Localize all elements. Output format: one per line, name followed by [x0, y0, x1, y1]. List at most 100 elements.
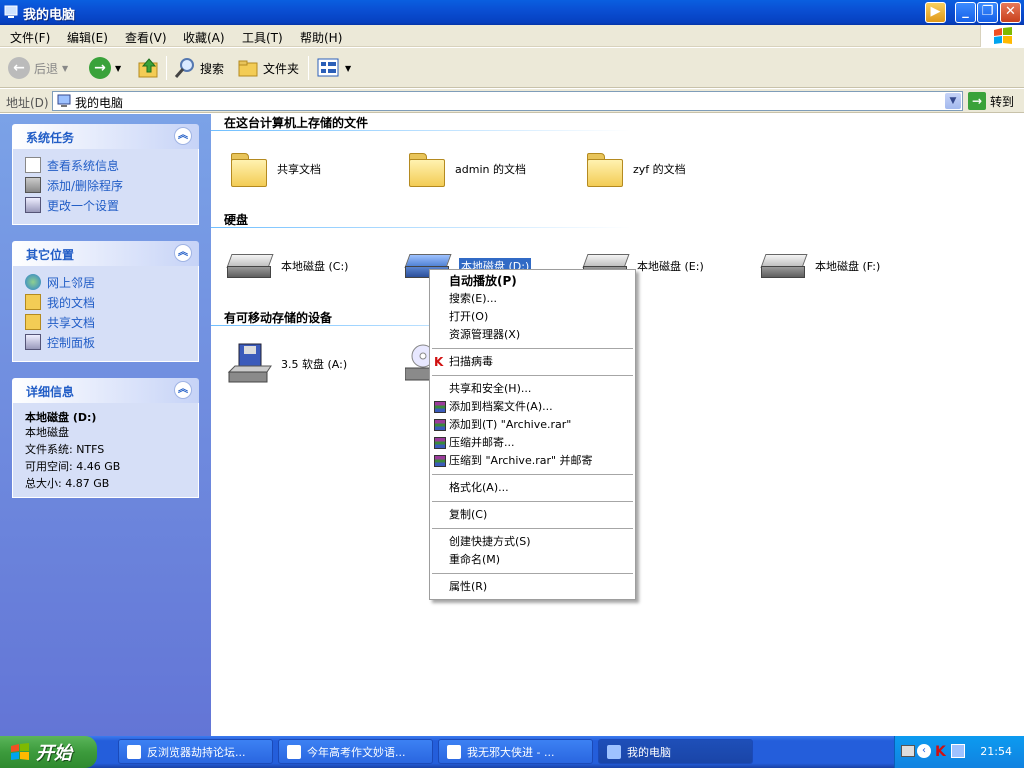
menu-add-to-archive[interactable]: 添加到档案文件(A)... — [430, 398, 635, 416]
menu-search[interactable]: 搜索(E)... — [430, 290, 635, 308]
back-arrow-icon: ← — [8, 57, 30, 79]
address-dropdown-button[interactable]: ▼ — [945, 93, 961, 109]
collapse-icon[interactable]: ︽ — [174, 381, 192, 399]
media-icon[interactable]: ▶ — [925, 2, 946, 23]
window-title: 我的电脑 — [23, 8, 76, 23]
taskbar-item-active[interactable]: 我的电脑 — [598, 739, 753, 764]
floppy-item[interactable]: 3.5 软盘 (A:) — [227, 342, 347, 386]
close-button[interactable]: ✕ — [1000, 2, 1021, 23]
menu-open[interactable]: 打开(O) — [430, 308, 635, 326]
clock: 21:54 — [980, 745, 1012, 758]
address-label: 地址(D) — [6, 96, 49, 110]
floppy-drive-icon — [227, 343, 272, 383]
kaspersky-icon[interactable]: K — [935, 744, 946, 760]
my-documents-link[interactable]: 我的文档 — [25, 292, 198, 312]
change-setting-link[interactable]: 更改一个设置 — [25, 195, 198, 215]
menu-create-shortcut[interactable]: 创建快捷方式(S) — [430, 533, 635, 551]
keyboard-icon[interactable] — [901, 745, 915, 757]
detail-total-size: 总大小: 4.87 GB — [25, 477, 110, 490]
go-arrow-icon: → — [968, 92, 986, 110]
search-button[interactable]: 搜索 — [174, 54, 224, 82]
menu-properties[interactable]: 属性(R) — [430, 578, 635, 596]
menu-tools[interactable]: 工具(T) — [242, 29, 283, 46]
menu-rename[interactable]: 重命名(M) — [430, 551, 635, 569]
folder-item[interactable]: 共享文档 — [229, 151, 321, 187]
go-button[interactable]: → 转到 — [968, 92, 1014, 110]
menu-separator — [432, 573, 633, 574]
folder-item[interactable]: zyf 的文档 — [585, 151, 686, 187]
expand-tray-icon[interactable]: ‹ — [917, 744, 931, 758]
drive-item[interactable]: 本地磁盘 (F:) — [760, 252, 880, 280]
folder-icon — [25, 314, 41, 330]
menu-add-to-rar[interactable]: 添加到(T) "Archive.rar" — [430, 416, 635, 434]
taskbar-item[interactable]: 今年高考作文妙语... — [278, 739, 433, 764]
hard-drive-icon — [226, 252, 274, 280]
control-panel-link[interactable]: 控制面板 — [25, 332, 198, 352]
add-remove-programs-link[interactable]: 添加/删除程序 — [25, 175, 198, 195]
taskbar-item[interactable]: 反浏览器劫持论坛... — [118, 739, 273, 764]
detail-drive-type: 本地磁盘 — [25, 426, 69, 439]
chevron-down-icon: ▼ — [62, 63, 69, 73]
address-input[interactable]: 我的电脑 ▼ — [52, 91, 963, 111]
views-icon — [317, 58, 339, 77]
system-tasks-header[interactable]: 系统任务 ︽ — [12, 124, 199, 149]
group-removable-title: 有可移动存储的设备 — [224, 311, 333, 325]
winrar-icon — [434, 401, 446, 413]
menu-format[interactable]: 格式化(A)... — [430, 479, 635, 497]
menu-autoplay[interactable]: 自动播放(P) — [430, 272, 635, 290]
menu-sharing-security[interactable]: 共享和安全(H)... — [430, 380, 635, 398]
restore-button[interactable]: ❐ — [977, 2, 998, 23]
collapse-icon[interactable]: ︽ — [174, 244, 192, 262]
address-bar: 地址(D) 我的电脑 ▼ → 转到 — [0, 89, 1024, 113]
group-hard-drives-title: 硬盘 — [224, 213, 249, 227]
address-value: 我的电脑 — [75, 96, 124, 110]
menu-copy[interactable]: 复制(C) — [430, 506, 635, 524]
network-places-link[interactable]: 网上邻居 — [25, 272, 198, 292]
detail-drive-name: 本地磁盘 (D:) — [25, 411, 97, 424]
taskbar-item[interactable]: 我无邪大侠进 - ... — [438, 739, 593, 764]
up-folder-button[interactable] — [137, 54, 161, 82]
menu-compress-rar-email[interactable]: 压缩到 "Archive.rar" 并邮寄 — [430, 452, 635, 470]
folder-item[interactable]: admin 的文档 — [407, 151, 526, 187]
menu-bar: 文件(F) 编辑(E) 查看(V) 收藏(A) 工具(T) 帮助(H) — [0, 25, 1024, 47]
chevron-down-icon: ▼ — [115, 63, 122, 73]
back-button[interactable]: ← 后退 ▼ — [8, 54, 68, 82]
forward-button[interactable]: → ▼ — [89, 54, 121, 82]
document-icon — [127, 744, 141, 759]
menu-explore[interactable]: 资源管理器(X) — [430, 326, 635, 344]
menu-view[interactable]: 查看(V) — [125, 29, 167, 46]
menu-favorites[interactable]: 收藏(A) — [183, 29, 225, 46]
menu-scan-virus[interactable]: K 扫描病毒 — [430, 353, 635, 371]
menu-help[interactable]: 帮助(H) — [300, 29, 342, 46]
drive-item[interactable]: 本地磁盘 (C:) — [226, 252, 348, 280]
windows-flag-icon — [980, 25, 1024, 47]
system-info-icon — [25, 157, 41, 173]
minimize-button[interactable]: _ — [955, 2, 976, 23]
shared-documents-link[interactable]: 共享文档 — [25, 312, 198, 332]
winrar-icon — [434, 437, 446, 449]
winrar-icon — [434, 419, 446, 431]
search-icon — [174, 58, 194, 78]
toolbar-separator — [166, 56, 167, 80]
programs-icon — [25, 177, 41, 193]
context-menu: 自动播放(P) 搜索(E)... 打开(O) 资源管理器(X) K 扫描病毒 共… — [429, 269, 636, 600]
menu-file[interactable]: 文件(F) — [10, 29, 50, 46]
view-system-info-link[interactable]: 查看系统信息 — [25, 155, 198, 175]
menu-compress-email[interactable]: 压缩并邮寄... — [430, 434, 635, 452]
my-computer-icon — [4, 5, 18, 18]
details-header[interactable]: 详细信息 ︽ — [12, 378, 199, 403]
group-divider — [211, 227, 631, 228]
folders-button[interactable]: 文件夹 — [237, 54, 299, 82]
toolbar: ← 后退 ▼ → ▼ 搜索 文件夹 ▼ — [0, 48, 1024, 88]
views-button[interactable]: ▼ — [317, 54, 351, 82]
folder-icon — [238, 60, 258, 77]
network-icon[interactable] — [951, 744, 965, 758]
start-button[interactable]: 开始 — [0, 736, 97, 768]
other-places-panel: 其它位置 ︽ 网上邻居 我的文档 共享文档 控制面板 — [12, 241, 199, 362]
menu-edit[interactable]: 编辑(E) — [67, 29, 108, 46]
menu-separator — [432, 375, 633, 376]
document-icon — [287, 744, 301, 759]
group-stored-files-title: 在这台计算机上存储的文件 — [224, 116, 369, 130]
other-places-header[interactable]: 其它位置 ︽ — [12, 241, 199, 266]
collapse-icon[interactable]: ︽ — [174, 127, 192, 145]
